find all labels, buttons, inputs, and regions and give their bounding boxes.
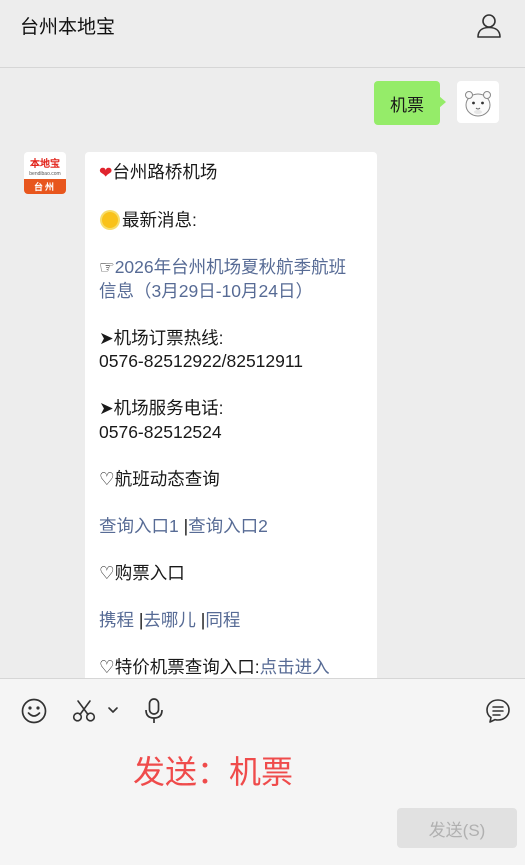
arrow-icon: ➤ (99, 398, 114, 418)
service-label: 机场服务电话: (113, 398, 224, 418)
ticket-hotline-label-line: ➤机场订票热线: (99, 327, 363, 351)
flight-status-line: ♡航班动态查询 (99, 468, 363, 492)
buy-link-tongcheng[interactable]: 同程 (205, 610, 240, 630)
outgoing-message-text: 机票 (390, 95, 424, 115)
special-link[interactable]: 点击进入 (260, 657, 330, 677)
outgoing-message-bubble[interactable]: 机票 (374, 81, 446, 125)
bot-avatar-logo: 本地宝 bendibao.com (24, 152, 66, 179)
news-link[interactable]: 2026年台州机场夏秋航季航班 (115, 257, 346, 277)
news-link-continued[interactable]: 信息（3月29日-10月24日） (99, 281, 313, 301)
query-links-line: 查询入口1 |查询入口2 (99, 515, 363, 539)
news-link-line-2: 信息（3月29日-10月24日） (99, 280, 363, 304)
red-heart-icon: ❤ (99, 165, 113, 182)
chat-title: 台州本地宝 (20, 17, 116, 38)
microphone-icon[interactable] (142, 696, 166, 726)
chat-area[interactable]: 机票 本地宝 bendibao.com 台州 ❤台州路桥机场 最新消息: ☞20… (0, 69, 525, 678)
buy-label: 购票入口 (114, 562, 185, 583)
buy-link-qunar[interactable]: 去哪儿 (143, 610, 196, 630)
service-number: 0576-82512524 (99, 421, 222, 442)
service-label-line: ➤机场服务电话: (99, 397, 363, 421)
pointing-hand-icon: ☞ (99, 257, 115, 277)
airport-title: 台州路桥机场 (112, 162, 218, 182)
outgoing-message: 机票 (0, 81, 525, 125)
chat-header: 台州本地宝 (0, 0, 525, 68)
send-button[interactable]: 发送(S) (397, 808, 517, 848)
screenshot-scissors-icon[interactable] (70, 697, 98, 725)
chat-history-icon[interactable] (484, 697, 512, 725)
news-label: 最新消息: (122, 210, 197, 230)
input-panel: 发送：机票 发送(S) (0, 678, 525, 865)
buy-label-line: ♡购票入口 (99, 562, 363, 586)
airport-title-line: ❤台州路桥机场 (99, 161, 363, 186)
heart-outline-icon: ♡ (99, 656, 115, 677)
special-line: ♡特价机票查询入口:点击进入 (99, 656, 363, 679)
heart-outline-icon: ♡ (99, 468, 115, 489)
bot-avatar-site: bendibao.com (29, 170, 61, 177)
buy-link-ctrip[interactable]: 携程 (99, 610, 134, 630)
query-link-1[interactable]: 查询入口1 (99, 516, 179, 536)
ticket-hotline-label: 机场订票热线: (113, 327, 224, 348)
chevron-down-icon[interactable] (106, 703, 120, 717)
bot-avatar-logo-text: 本地宝 (30, 158, 60, 170)
bot-avatar-city: 台州 (24, 179, 66, 194)
query-link-2[interactable]: 查询入口2 (188, 516, 268, 536)
hamster-avatar-icon (465, 91, 491, 117)
user-profile-icon[interactable] (475, 12, 503, 40)
flight-status-label: 航班动态查询 (114, 468, 220, 489)
incoming-message-bubble: ❤台州路桥机场 最新消息: ☞2026年台州机场夏秋航季航班 信息（3月29日-… (85, 152, 377, 678)
special-label: 特价机票查询入口: (114, 656, 260, 677)
sun-icon (102, 212, 118, 228)
my-avatar[interactable] (457, 81, 499, 123)
ticket-hotline-number: 0576-82512922/82512911 (99, 351, 304, 371)
message-input[interactable]: 发送：机票 (133, 747, 293, 793)
arrow-icon: ➤ (99, 327, 114, 348)
news-link-line-1: ☞2026年台州机场夏秋航季航班 (99, 256, 363, 280)
heart-outline-icon: ♡ (99, 562, 115, 583)
bot-avatar[interactable]: 本地宝 bendibao.com 台州 (24, 152, 66, 194)
buy-links-line: 携程 |去哪儿 |同程 (99, 609, 363, 633)
emoji-icon[interactable] (20, 697, 48, 725)
news-label-line: 最新消息: (99, 209, 363, 233)
